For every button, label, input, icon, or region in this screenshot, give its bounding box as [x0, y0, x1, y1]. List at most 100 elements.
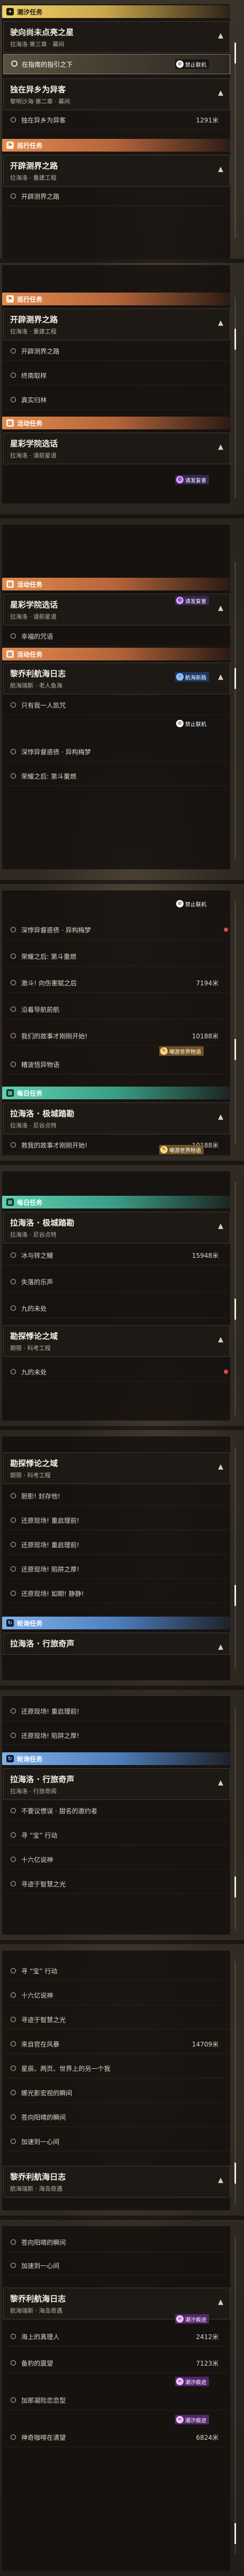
scrollbar-thumb[interactable] — [234, 2163, 236, 2184]
chevron-up-icon[interactable]: ▲ — [218, 2176, 223, 2184]
chevron-up-icon[interactable]: ▲ — [218, 1336, 223, 1344]
daily-quest-header[interactable]: ▦ 活动任务 — [2, 648, 230, 660]
chevron-up-icon[interactable]: ▲ — [218, 165, 223, 173]
chevron-up-icon[interactable]: ▲ — [218, 89, 223, 97]
chevron-up-icon[interactable]: ▲ — [218, 1463, 223, 1471]
scrollbar-thumb[interactable] — [234, 329, 236, 350]
quest-step[interactable]: 十六亿说神 — [3, 1986, 229, 2005]
quest-card[interactable]: 拉海洛 · 行旅奇声 ▲ — [3, 1633, 230, 1655]
quest-step[interactable]: 荣耀之后: 第斗重燃 — [3, 766, 229, 786]
quest-card[interactable]: 星彩学院选话 拉海洛 · 请前星语 ▲ — [3, 433, 230, 464]
quest-step[interactable]: 寻 “宝” 行动 — [3, 1961, 229, 1981]
quest-step[interactable]: 九的未处 — [3, 1299, 229, 1318]
quest-step[interactable]: 不要议惯误 · 甜名的邀约者 — [3, 1801, 229, 1821]
quest-step[interactable]: 九的未处 — [3, 1362, 229, 1382]
quest-step[interactable]: 加那凝险恋恋型 — [3, 2390, 229, 2410]
quest-step[interactable]: 十六亿说神 — [3, 1850, 229, 1869]
quest-card[interactable]: 独在异乡为异客 黎明沙海·第二章 · 幕间 ▲ — [3, 78, 230, 110]
quest-step[interactable]: 寻 “宝” 行动 — [3, 1825, 229, 1845]
quest-step[interactable]: 冰与转之鳗 15948米 — [3, 1246, 229, 1265]
quest-card[interactable]: 驶向尚未点亮之星 拉海洛·第三章 · 幕间 ▲ — [3, 21, 230, 53]
chirality-quest-header[interactable]: ↻ 轮询任务 — [2, 1617, 230, 1629]
chevron-up-icon[interactable]: ▲ — [218, 1643, 223, 1651]
scrollbar[interactable] — [234, 1707, 236, 1929]
quest-step[interactable]: 激斗! 向伤害赋之后 7194米 — [3, 973, 229, 993]
scrollbar[interactable] — [234, 901, 236, 1145]
quest-step[interactable]: 失落的乐声 — [3, 1272, 229, 1292]
scrollbar-thumb[interactable] — [234, 1039, 236, 1060]
quest-step[interactable]: 寻迹于智慧之光 — [3, 2010, 229, 2030]
quest-card[interactable]: 拉海洛 · 行旅奇声 拉海洛 · 行旅奇闻 ▲ — [3, 1768, 230, 1800]
quest-step[interactable]: 苍向阳晴的瞬间 — [3, 2233, 229, 2252]
event-quest-header[interactable]: ▦ 活动任务 — [2, 578, 230, 590]
chevron-up-icon[interactable]: ▲ — [218, 2298, 223, 2306]
event-quest-header[interactable]: ▦ 活动任务 — [2, 417, 230, 429]
scrollbar[interactable] — [234, 1447, 236, 1670]
quest-step[interactable]: 幸福的咒语 — [3, 627, 229, 646]
scrollbar-thumb[interactable] — [234, 1876, 236, 1898]
quest-card[interactable]: 勘探悸论之域 期限 · 科考工程 ▲ — [3, 1325, 230, 1357]
quest-card[interactable]: 开辟测界之路 拉海洛 · 重建工程 ▲ — [3, 308, 230, 340]
quest-card[interactable]: 拉海洛 · 极城踏勘 拉海洛 · 尼谷点特 ▲ — [3, 1212, 230, 1243]
scrollbar-thumb[interactable] — [234, 1299, 236, 1320]
daily-quest-header[interactable]: ▦ 每日任务 — [2, 1087, 230, 1099]
chevron-up-icon[interactable]: ▲ — [218, 32, 223, 40]
quest-step[interactable]: 只有我一人凯咒 — [3, 695, 229, 715]
quest-step[interactable]: 沿着导航前航 — [3, 1000, 229, 1019]
scrollbar[interactable] — [234, 2237, 236, 2555]
quest-card[interactable]: 黎乔利航海日志 航海瑞斯 · 海岛奇遇 ▲ — [3, 2166, 230, 2198]
quest-step[interactable]: 娜光影宏视的瞬间 — [3, 2083, 229, 2103]
quest-step[interactable]: 开辟测界之路 — [3, 341, 229, 361]
chevron-up-icon[interactable]: ▲ — [218, 1113, 223, 1121]
scrollbar[interactable] — [234, 42, 236, 239]
chirality-quest-header[interactable]: ↻ 轮询任务 — [2, 1752, 230, 1765]
daily-quest-header[interactable]: ▦ 每日任务 — [2, 1196, 230, 1208]
chevron-up-icon[interactable]: ▲ — [218, 673, 223, 681]
quest-step[interactable]: 来自官在风暴 14709米 — [3, 2034, 229, 2054]
quest-step[interactable]: 独在异乡为异客 1291米 — [3, 110, 229, 130]
quest-step[interactable]: 还原现场! 重启理前! — [3, 1535, 229, 1555]
travel-quest-header[interactable]: ⚑ 巡行任务 — [2, 293, 230, 305]
quest-step[interactable]: 苍向阳晴的瞬间 — [3, 2107, 229, 2127]
scrollbar-thumb[interactable] — [234, 668, 236, 689]
quest-step[interactable]: 还原现场! 陷阱之厚! — [3, 1559, 229, 1579]
chevron-up-icon[interactable]: ▲ — [218, 1779, 223, 1787]
chevron-up-icon[interactable]: ▲ — [218, 443, 223, 451]
scrollbar[interactable] — [234, 1182, 236, 1415]
quest-step[interactable]: 真实归林 — [3, 390, 229, 410]
scrollbar-thumb[interactable] — [234, 2523, 236, 2544]
quest-step[interactable]: 海上的真理人 2412米 — [3, 2327, 229, 2346]
chevron-up-icon[interactable]: ▲ — [218, 604, 223, 612]
quest-step[interactable]: 还原现场! 陷阱之厚! — [3, 1726, 229, 1745]
quest-step[interactable]: 寻迹于智慧之光 — [3, 1874, 229, 1894]
scrollbar-thumb[interactable] — [234, 1585, 236, 1606]
quest-step[interactable]: 深悖异督惑债 · 异构梅梦 — [3, 742, 229, 762]
quest-step[interactable]: 开辟测界之路 — [3, 187, 229, 206]
tide-quest-header[interactable]: ✦ 潮汐任务 — [2, 5, 230, 18]
quest-step[interactable]: 加速到一心间 — [3, 2256, 229, 2275]
step-marker-icon — [11, 1992, 16, 1998]
quest-step[interactable]: 星辰、两页、世界上的另一个我 — [3, 2059, 229, 2078]
scrollbar[interactable] — [234, 1961, 236, 2205]
quest-step[interactable]: 还原现场! 如期! 静静! — [3, 1584, 229, 1603]
quest-card[interactable]: 拉海洛 · 极城踏勘 拉海洛 · 尼谷点特 ▲ — [3, 1102, 230, 1134]
quest-step[interactable]: 备豹的震望 7123米 — [3, 2353, 229, 2373]
quest-card[interactable]: 开辟测界之路 拉海洛 · 重建工程 ▲ — [3, 155, 230, 187]
quest-step[interactable]: 胆影! 封存他! — [3, 1486, 229, 1506]
chevron-up-icon[interactable]: ▲ — [218, 1222, 223, 1230]
chevron-up-icon[interactable]: ▲ — [218, 319, 223, 327]
scrollbar[interactable] — [234, 562, 236, 859]
quest-step[interactable]: 终南取样 — [3, 366, 229, 385]
scrollbar-thumb[interactable] — [234, 42, 236, 64]
quest-step[interactable]: 深悖异督惑债 · 异构梅梦 — [3, 920, 229, 940]
quest-step[interactable]: 我们的故事才刚刚开始! 10188米 — [3, 1026, 229, 1046]
scrollbar[interactable] — [234, 297, 236, 498]
quest-step[interactable]: 糟波悟异物语 — [3, 1055, 229, 1074]
travel-quest-header[interactable]: ⚑ 巡行任务 — [2, 139, 230, 152]
quest-step[interactable]: 还原现场! 重启理前! — [3, 1701, 229, 1721]
quest-step[interactable]: 神奇咖啡在清望 6824米 — [3, 2428, 229, 2447]
quest-card[interactable]: 勘探悸论之域 期限 · 科考工程 ▲ — [3, 1452, 230, 1484]
quest-step[interactable]: 还原现场! 重启理前! — [3, 1511, 229, 1530]
quest-step[interactable]: 荣耀之后: 第斗重燃 — [3, 947, 229, 966]
quest-step[interactable]: 加速到一心间 — [3, 2132, 229, 2151]
